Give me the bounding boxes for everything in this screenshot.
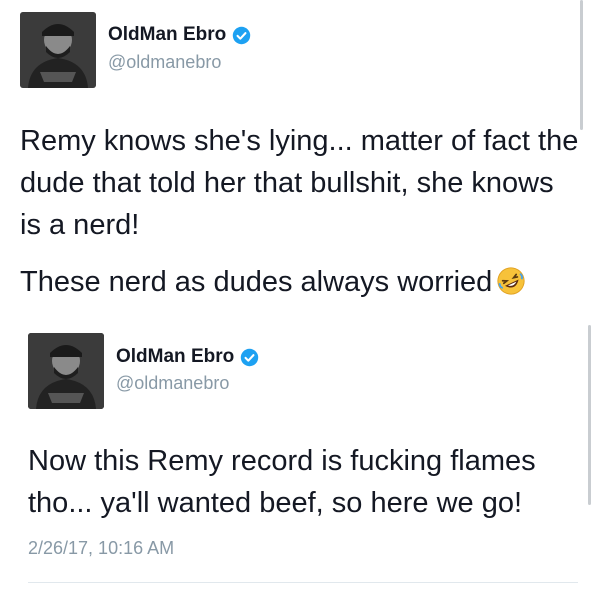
tweet-timestamp[interactable]: 2/26/17, 10:16 AM [28, 538, 174, 559]
author-name-row[interactable]: OldMan Ebro [108, 24, 251, 46]
quoted-tweet-text: Now this Remy record is fucking flames t… [28, 445, 536, 519]
avatar[interactable] [20, 12, 96, 88]
quoted-author-handle[interactable]: @oldmanebro [116, 373, 229, 394]
avatar-photo [28, 333, 104, 409]
tweet-text-line-content: These nerd as dudes always worried [20, 266, 493, 298]
scrollbar[interactable] [580, 0, 583, 130]
quoted-author-name-row[interactable]: OldMan Ebro [116, 346, 259, 368]
verified-badge-icon [241, 348, 259, 366]
divider [28, 582, 578, 583]
author-display-name[interactable]: OldMan Ebro [108, 24, 226, 46]
quoted-avatar[interactable] [28, 333, 104, 409]
scrollbar[interactable] [588, 325, 591, 505]
tweet-text: Remy knows she's lying... matter of fact… [20, 125, 579, 241]
avatar-photo [20, 12, 96, 88]
rolling-on-floor-laughing-emoji-icon [497, 267, 525, 295]
author-handle[interactable]: @oldmanebro [108, 52, 221, 73]
tweet-text-line: These nerd as dudes always worried [20, 261, 580, 303]
verified-badge-icon [233, 26, 251, 44]
quoted-author-display-name[interactable]: OldMan Ebro [116, 346, 234, 368]
